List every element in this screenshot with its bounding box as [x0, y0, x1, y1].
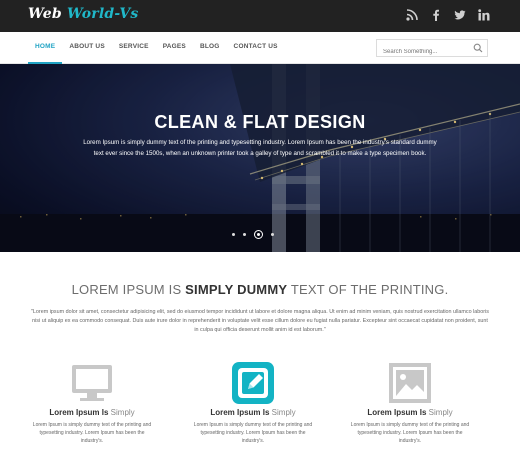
feature-title-1: Lorem Ipsum Is Simply	[32, 408, 152, 417]
slider-dot-1[interactable]	[232, 233, 235, 236]
feature-text-2: Lorem Ipsum is simply dummy text of the …	[193, 422, 313, 444]
monitor-icon	[70, 362, 114, 404]
search-input[interactable]	[377, 44, 471, 60]
nav-item-blog[interactable]: BLOG	[193, 32, 227, 64]
feature-title-bold: Lorem Ipsum Is	[49, 408, 109, 417]
search-icon[interactable]	[473, 43, 483, 53]
search-box	[376, 39, 488, 60]
heading-suffix: TEXT OF THE PRINTING.	[290, 282, 449, 297]
nav-item-service[interactable]: SERVICE	[112, 32, 156, 64]
section-description: "Lorem ipsum dolor sit amet, consectetur…	[31, 309, 489, 333]
top-bar: Web World-Vs	[0, 0, 520, 32]
social-links	[406, 9, 490, 21]
nav-item-pages[interactable]: PAGES	[156, 32, 193, 64]
nav-item-contact-us[interactable]: CONTACT US	[227, 32, 285, 64]
slider-dot-2[interactable]	[243, 233, 246, 236]
feature-title-3: Lorem Ipsum Is Simply	[350, 408, 470, 417]
feature-title-bold: Lorem Ipsum Is	[210, 408, 270, 417]
image-icon	[388, 362, 432, 404]
feature-card-3: Lorem Ipsum Is Simply Lorem Ipsum is sim…	[350, 362, 470, 445]
feature-card-1: Lorem Ipsum Is Simply Lorem Ipsum is sim…	[32, 362, 152, 445]
twitter-icon[interactable]	[454, 9, 466, 21]
feature-text-3: Lorem Ipsum is simply dummy text of the …	[350, 422, 470, 444]
logo-part-2: World-Vs	[66, 6, 139, 22]
hero-slider: CLEAN & FLAT DESIGN Lorem Ipsum is simpl…	[0, 64, 520, 252]
feature-title-light: Simply	[271, 408, 296, 417]
feature-title-light: Simply	[110, 408, 135, 417]
nav-item-about-us[interactable]: ABOUT US	[62, 32, 112, 64]
nav-item-home[interactable]: HOME	[28, 32, 63, 64]
edit-icon	[231, 362, 275, 404]
feature-title-2: Lorem Ipsum Is Simply	[193, 408, 313, 417]
logo-part-1: Web	[28, 6, 62, 22]
feature-text-1: Lorem Ipsum is simply dummy text of the …	[32, 422, 152, 444]
linkedin-icon[interactable]	[478, 9, 490, 21]
hero-description: Lorem Ipsum is simply dummy text of the …	[83, 139, 437, 157]
nav-menu: HOME ABOUT US SERVICE PAGES BLOG CONTACT…	[28, 32, 285, 64]
site-logo[interactable]: Web World-Vs	[28, 6, 139, 22]
main-navigation: HOME ABOUT US SERVICE PAGES BLOG CONTACT…	[0, 32, 520, 64]
feature-title-light: Simply	[428, 408, 453, 417]
slider-dot-3[interactable]	[254, 230, 263, 239]
feature-title-bold: Lorem Ipsum Is	[367, 408, 427, 417]
heading-emphasis: SIMPLY DUMMY	[185, 282, 288, 297]
slider-pagination	[232, 230, 274, 239]
rss-icon[interactable]	[406, 9, 418, 21]
facebook-icon[interactable]	[430, 9, 442, 21]
slider-dot-4[interactable]	[271, 233, 274, 236]
heading-prefix: LOREM IPSUM IS	[71, 282, 182, 297]
feature-card-2: Lorem Ipsum Is Simply Lorem Ipsum is sim…	[193, 362, 313, 445]
section-heading: LOREM IPSUM IS SIMPLY DUMMY TEXT OF THE …	[0, 282, 520, 297]
hero-title: CLEAN & FLAT DESIGN	[154, 112, 366, 132]
